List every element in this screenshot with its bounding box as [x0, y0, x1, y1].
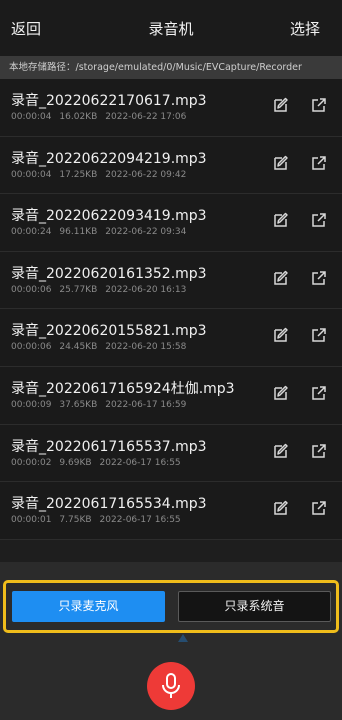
recording-duration: 00:00:06	[11, 342, 52, 353]
recording-meta: 00:00:06 25.77KB 2022-06-20 16:13	[11, 285, 194, 295]
share-icon[interactable]	[310, 384, 328, 402]
share-icon[interactable]	[310, 96, 328, 114]
edit-icon[interactable]	[272, 154, 290, 172]
recording-name: 录音_20220617165537.mp3	[11, 438, 207, 455]
share-icon[interactable]	[310, 499, 328, 517]
recording-date: 2022-06-20 15:58	[105, 342, 187, 353]
edit-icon[interactable]	[272, 326, 290, 344]
recording-duration: 00:00:04	[11, 169, 52, 180]
recording-name: 录音_20220622093419.mp3	[11, 208, 207, 225]
recording-row[interactable]: 录音_20220617165537.mp3 00:00:02 9.69KB 2022-…	[0, 424, 342, 483]
mic-only-button[interactable]: 只录麦克风	[12, 591, 165, 622]
recording-date: 2022-06-17 16:55	[99, 457, 181, 468]
recording-duration: 00:00:06	[11, 284, 52, 295]
recording-row[interactable]: 录音_20220620161352.mp3 00:00:06 25.77KB 2022…	[0, 251, 342, 310]
recording-size: 25.77KB	[59, 284, 98, 295]
recording-size: 37.65KB	[59, 399, 98, 410]
storage-path: 本地存储路径：/storage/emulated/0/Music/EVCaptu…	[0, 56, 342, 79]
share-icon[interactable]	[310, 442, 328, 460]
share-icon[interactable]	[310, 269, 328, 287]
recording-row[interactable]: 录音_20220622170617.mp3 00:00:04 16.02KB 2022…	[0, 79, 342, 137]
share-icon[interactable]	[310, 211, 328, 229]
record-button[interactable]	[147, 662, 195, 710]
edit-icon[interactable]	[272, 269, 290, 287]
recording-name: 录音_20220617165534.mp3	[11, 496, 207, 513]
system-only-button[interactable]: 只录系统音	[178, 591, 331, 622]
recording-meta: 00:00:09 37.65KB 2022-06-17 16:59	[11, 400, 194, 410]
recording-date: 2022-06-17 16:59	[105, 399, 187, 410]
recording-size: 17.25KB	[59, 169, 98, 180]
select-button[interactable]: 选择	[290, 18, 320, 39]
edit-icon[interactable]	[272, 96, 290, 114]
recording-meta: 00:00:24 96.11KB 2022-06-22 09:34	[11, 227, 194, 237]
top-bar: 返回 录音机 选择	[0, 0, 342, 56]
edit-icon[interactable]	[272, 211, 290, 229]
recording-date: 2022-06-17 16:55	[99, 515, 181, 526]
recording-row[interactable]: 录音_20220617165924杜伽.mp3 00:00:09 37.65KB 20…	[0, 366, 342, 425]
recording-row[interactable]: 录音_20220622094219.mp3 00:00:04 17.25KB 2022…	[0, 136, 342, 195]
recording-size: 96.11KB	[59, 227, 98, 238]
recording-size: 16.02KB	[59, 112, 98, 122]
recording-date: 2022-06-22 09:34	[105, 227, 187, 238]
recording-meta: 00:00:02 9.69KB 2022-06-17 16:55	[11, 458, 189, 468]
recording-meta: 00:00:01 7.75KB 2022-06-17 16:55	[11, 515, 189, 525]
recording-duration: 00:00:09	[11, 399, 52, 410]
share-icon[interactable]	[310, 154, 328, 172]
recording-name: 录音_20220620161352.mp3	[11, 265, 207, 282]
microphone-icon	[162, 673, 180, 698]
recording-name: 录音_20220620155821.mp3	[11, 323, 207, 340]
recording-list: 录音_20220622170617.mp3 00:00:04 16.02KB 2022…	[0, 79, 342, 540]
recording-row[interactable]: 录音_20220620155821.mp3 00:00:06 24.45KB 2022…	[0, 309, 342, 367]
share-icon[interactable]	[310, 326, 328, 344]
recording-name: 录音_20220622094219.mp3	[11, 150, 207, 167]
recording-name: 录音_20220617165924杜伽.mp3	[11, 380, 235, 397]
watermark-icon	[178, 634, 188, 642]
recording-duration: 00:00:04	[11, 112, 52, 122]
recording-date: 2022-06-22 17:06	[105, 112, 187, 122]
edit-icon[interactable]	[272, 384, 290, 402]
recording-duration: 00:00:01	[11, 515, 52, 526]
recording-row[interactable]: 录音_20220617165534.mp3 00:00:01 7.75KB 2022-…	[0, 482, 342, 540]
recording-meta: 00:00:04 17.25KB 2022-06-22 09:42	[11, 170, 194, 180]
edit-icon[interactable]	[272, 499, 290, 517]
recording-size: 7.75KB	[59, 515, 92, 526]
recording-meta: 00:00:04 16.02KB 2022-06-22 17:06	[11, 112, 194, 122]
recording-meta: 00:00:06 24.45KB 2022-06-20 15:58	[11, 342, 194, 352]
recording-row[interactable]: 录音_20220622093419.mp3 00:00:24 96.11KB 2022…	[0, 194, 342, 252]
recording-size: 9.69KB	[59, 457, 92, 468]
recording-date: 2022-06-20 16:13	[105, 284, 187, 295]
recording-duration: 00:00:24	[11, 227, 52, 238]
recording-size: 24.45KB	[59, 342, 98, 353]
recording-duration: 00:00:02	[11, 457, 52, 468]
recording-name: 录音_20220622170617.mp3	[11, 93, 207, 109]
edit-icon[interactable]	[272, 442, 290, 460]
recording-date: 2022-06-22 09:42	[105, 169, 187, 180]
